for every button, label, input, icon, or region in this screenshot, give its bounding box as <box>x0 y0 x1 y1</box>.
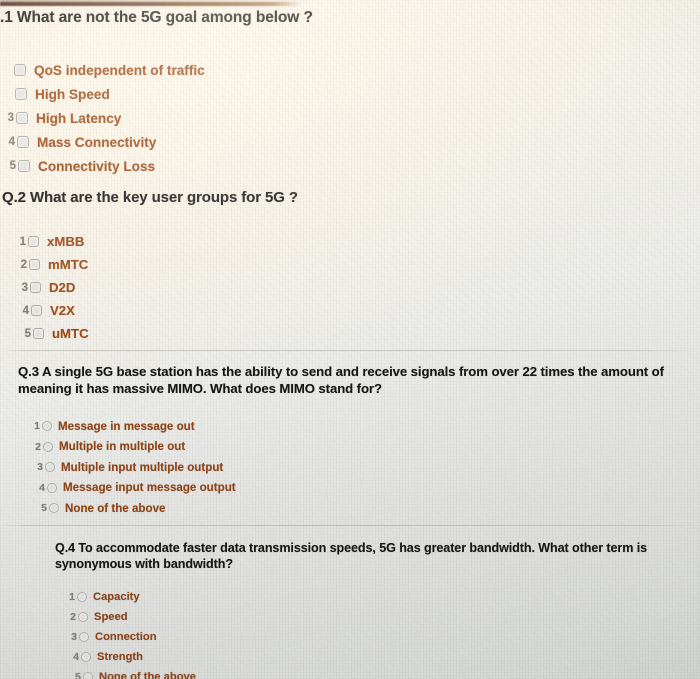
checkbox-icon[interactable] <box>28 236 39 247</box>
checkbox-icon[interactable] <box>29 259 40 270</box>
radio-icon[interactable] <box>49 503 59 514</box>
radio-icon[interactable] <box>47 482 57 493</box>
option-label: Capacity <box>93 591 140 603</box>
question-4-options: 1 Capacity 2 Speed 3 Connection 4 Streng… <box>63 587 483 679</box>
checkbox-icon[interactable] <box>31 305 42 316</box>
option-number: 5 <box>24 327 31 340</box>
option-number: 4 <box>8 136 15 148</box>
option-number: 3 <box>71 631 77 643</box>
option-label: V2X <box>50 303 75 318</box>
option-q1-3[interactable]: 3 High Latency <box>0 106 400 130</box>
option-label: D2D <box>49 280 76 295</box>
option-number: 4 <box>39 481 45 494</box>
checkbox-icon[interactable] <box>17 136 29 148</box>
option-label: Connection <box>95 631 157 643</box>
option-number: 2 <box>35 440 41 453</box>
radio-icon[interactable] <box>43 441 53 452</box>
option-q2-5[interactable]: 5 uMTC <box>14 322 414 345</box>
option-q3-2[interactable]: 2 Multiple in multiple out <box>28 437 448 458</box>
option-number: 3 <box>21 281 28 294</box>
radio-icon[interactable] <box>79 632 89 642</box>
quiz-photo-page: .1 What are not the 5G goal among below … <box>0 0 700 679</box>
option-label: uMTC <box>52 326 89 341</box>
option-number: 3 <box>7 112 14 124</box>
option-q2-4[interactable]: 4 V2X <box>14 299 414 322</box>
checkbox-icon[interactable] <box>18 160 30 172</box>
option-number: 1 <box>69 591 75 603</box>
option-number: 3 <box>37 461 43 474</box>
option-label: High Latency <box>36 110 122 126</box>
option-label: None of the above <box>99 671 196 679</box>
option-q2-2[interactable]: 2 mMTC <box>14 253 414 276</box>
question-1-text: .1 What are not the 5G goal among below … <box>0 9 313 26</box>
option-number: 2 <box>70 611 76 623</box>
question-1-options: QoS independent of traffic High Speed 3 … <box>0 58 400 178</box>
option-q2-3[interactable]: 3 D2D <box>14 276 414 299</box>
option-number: 5 <box>9 160 16 172</box>
option-q4-4[interactable]: 4 Strength <box>63 647 483 667</box>
option-label: Multiple in multiple out <box>59 440 186 454</box>
radio-icon[interactable] <box>83 672 93 679</box>
checkbox-icon[interactable] <box>30 282 41 293</box>
radio-icon[interactable] <box>42 421 52 432</box>
option-label: QoS independent of traffic <box>34 62 205 78</box>
question-4-text-line1: Q.4 To accommodate faster data transmiss… <box>55 541 648 555</box>
radio-icon[interactable] <box>81 652 91 662</box>
radio-icon[interactable] <box>77 592 87 602</box>
checkbox-icon[interactable] <box>14 64 26 76</box>
option-q1-5[interactable]: 5 Connectivity Loss <box>0 154 400 178</box>
option-q4-5[interactable]: 5 None of the above <box>63 667 483 679</box>
option-label: Message input message output <box>63 481 236 495</box>
question-2-text: Q.2 What are the key user groups for 5G … <box>2 189 298 206</box>
option-q3-5[interactable]: 5 None of the above <box>28 498 448 519</box>
question-2-options: 1 xMBB 2 mMTC 3 D2D 4 V2X 5 uMTC <box>14 230 414 345</box>
option-label: mMTC <box>48 257 89 272</box>
option-number: 1 <box>34 420 40 433</box>
radio-icon[interactable] <box>78 612 88 622</box>
radio-icon[interactable] <box>45 462 55 473</box>
option-number: 2 <box>20 258 27 271</box>
option-q1-1[interactable]: QoS independent of traffic <box>0 58 400 82</box>
option-label: Message in message out <box>58 419 195 433</box>
option-label: Speed <box>94 611 128 623</box>
option-q2-1[interactable]: 1 xMBB <box>14 230 414 253</box>
option-number: 4 <box>22 304 29 317</box>
option-q3-1[interactable]: 1 Message in message out <box>28 416 448 437</box>
option-label: Mass Connectivity <box>37 134 157 150</box>
question-3-options: 1 Message in message out 2 Multiple in m… <box>28 416 448 519</box>
option-number: 5 <box>41 502 47 515</box>
question-3-text-line1: Q.3 A single 5G base station has the abi… <box>18 364 664 379</box>
option-q4-3[interactable]: 3 Connection <box>63 627 483 647</box>
option-label: xMBB <box>47 234 85 249</box>
option-label: Strength <box>97 651 143 663</box>
checkbox-icon[interactable] <box>16 112 28 124</box>
option-label: None of the above <box>65 501 166 515</box>
option-q3-4[interactable]: 4 Message input message output <box>28 478 448 499</box>
option-q4-2[interactable]: 2 Speed <box>63 607 483 627</box>
option-number: 1 <box>19 235 26 248</box>
checkbox-icon[interactable] <box>33 328 44 339</box>
option-label: Connectivity Loss <box>38 158 156 174</box>
option-q1-2[interactable]: High Speed <box>0 82 400 106</box>
option-q1-4[interactable]: 4 Mass Connectivity <box>0 130 400 154</box>
option-q4-1[interactable]: 1 Capacity <box>63 587 483 607</box>
option-label: High Speed <box>35 86 110 102</box>
option-number: 4 <box>73 651 79 663</box>
checkbox-icon[interactable] <box>15 88 27 100</box>
question-3-text-line2: meaning it has massive MIMO. What does M… <box>18 381 382 396</box>
option-q3-3[interactable]: 3 Multiple input multiple output <box>28 457 448 478</box>
option-number: 5 <box>75 671 81 679</box>
option-label: Multiple input multiple output <box>61 460 224 474</box>
question-4-text-line2: synonymous with bandwidth? <box>55 557 233 571</box>
